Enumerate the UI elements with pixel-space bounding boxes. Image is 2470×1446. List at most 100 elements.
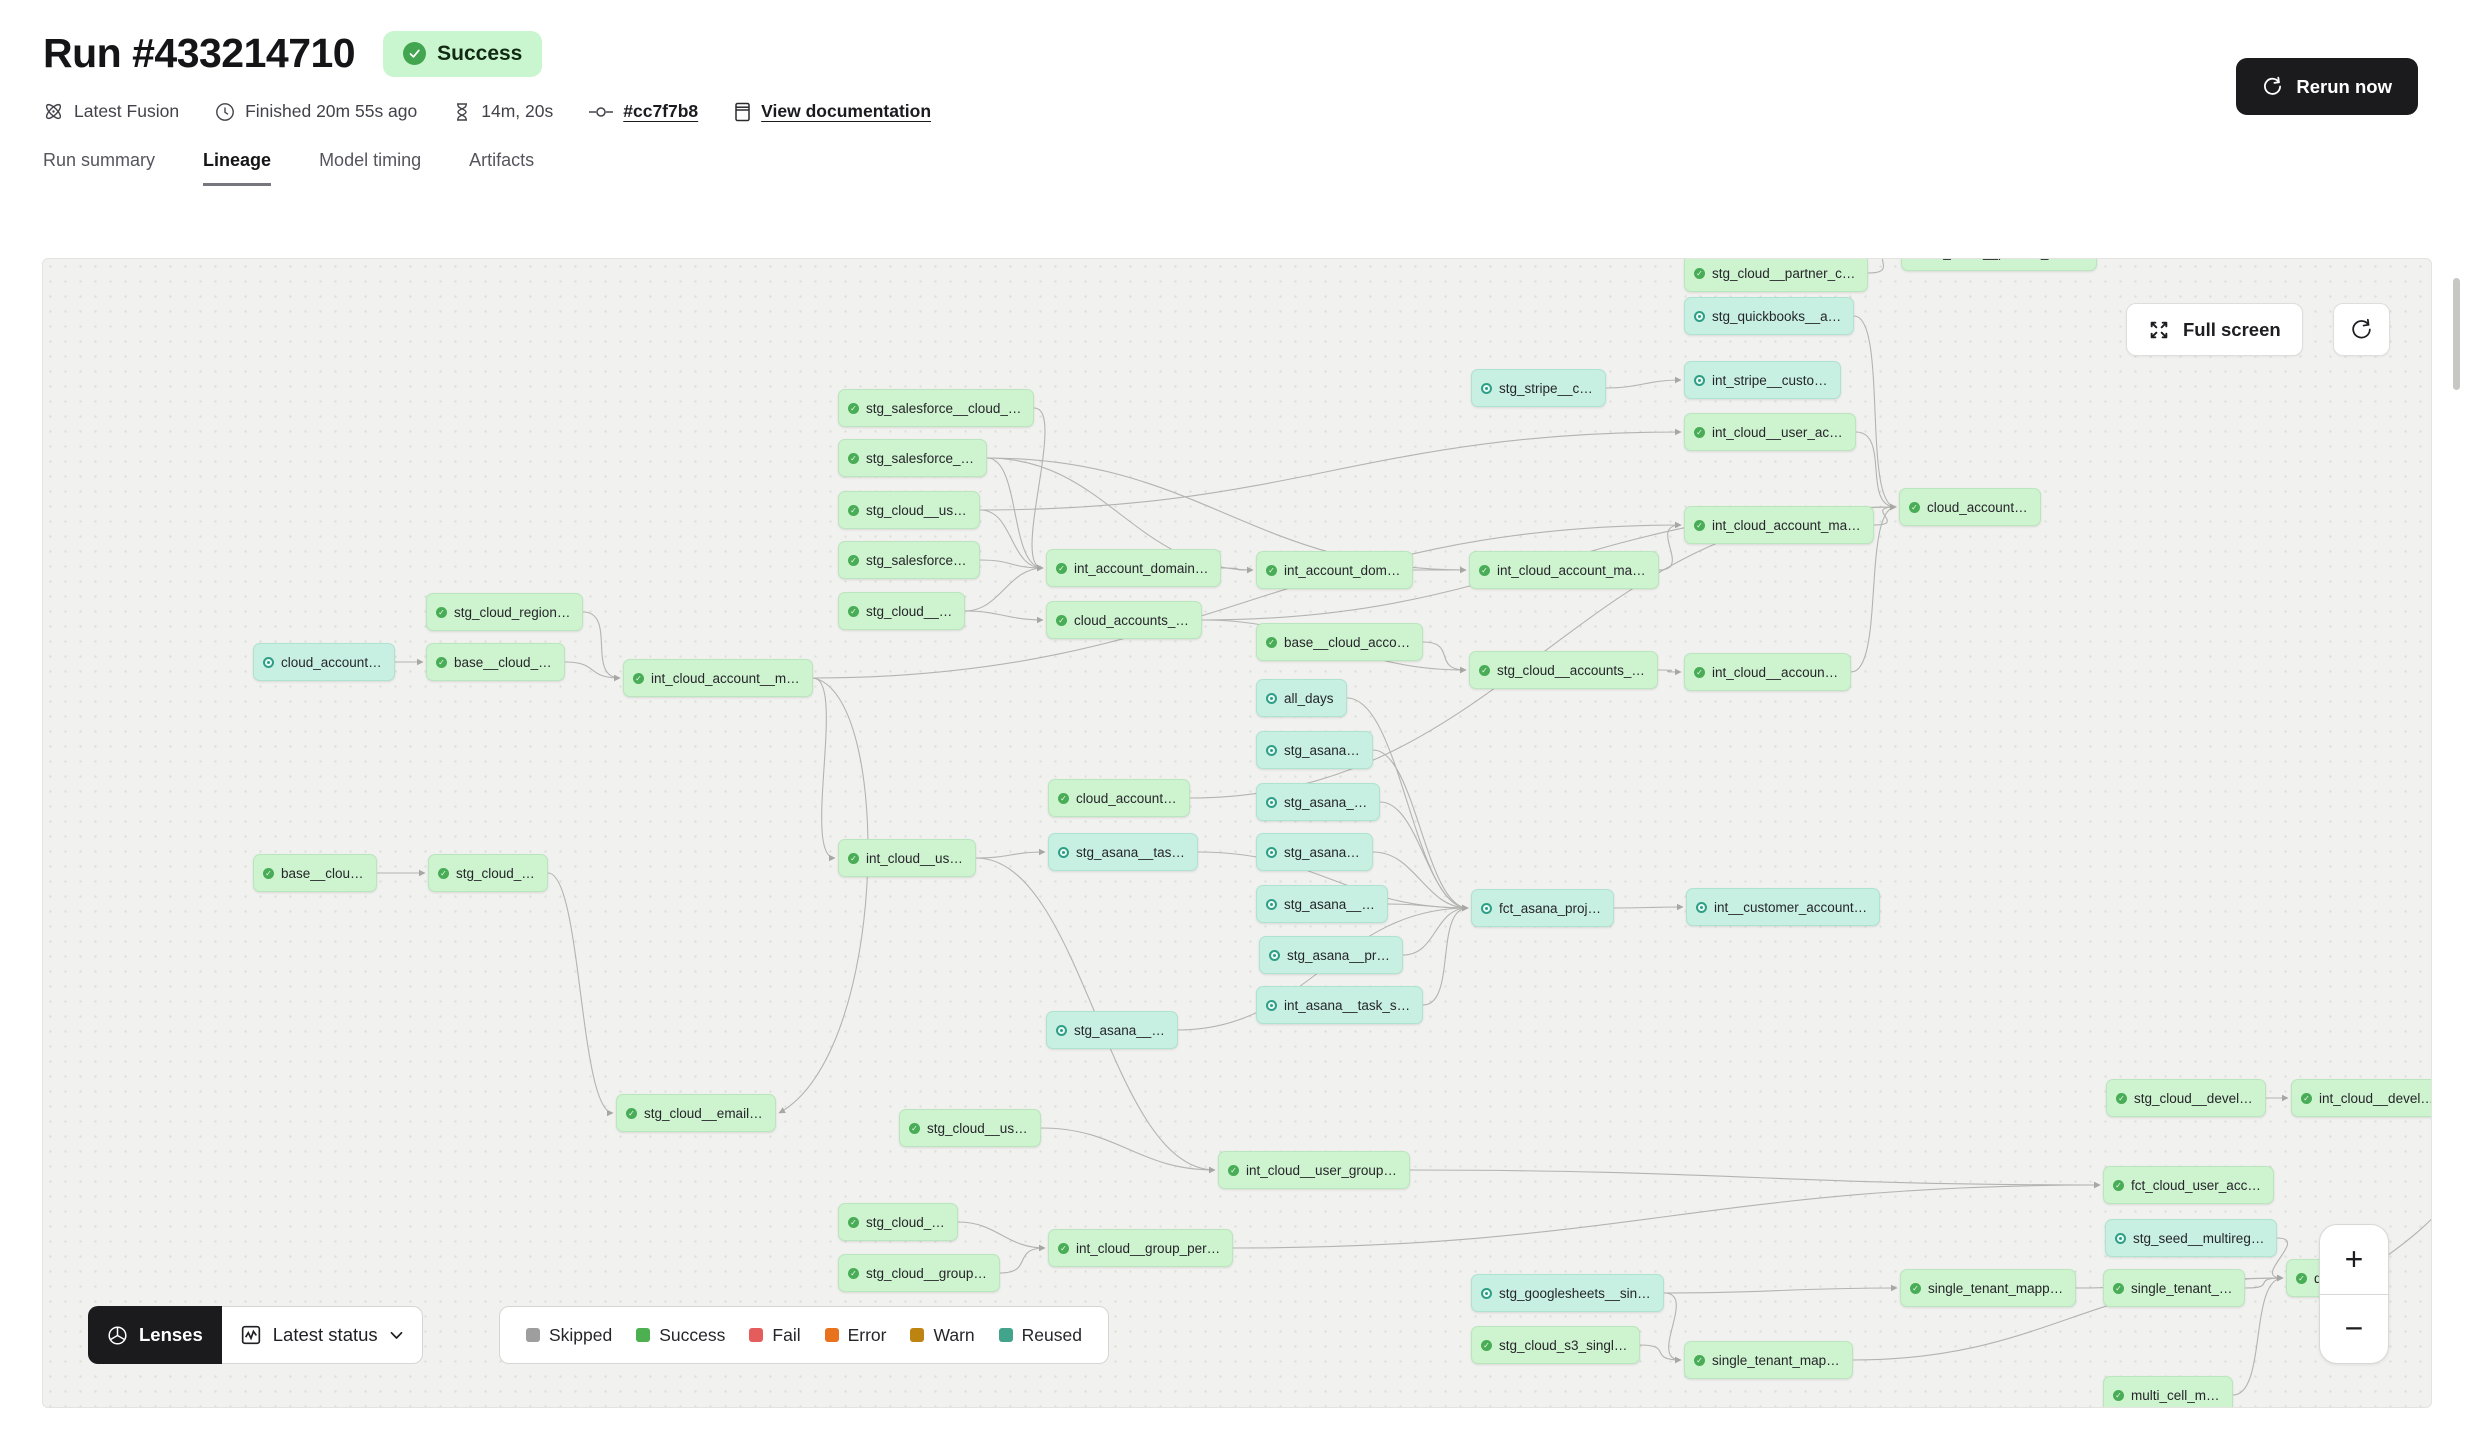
graph-node[interactable]: int_cloud_account__m… xyxy=(623,659,813,697)
zoom-in-button[interactable]: + xyxy=(2320,1225,2388,1295)
activity-chart-icon xyxy=(241,1325,261,1345)
graph-node[interactable]: stg_cloud__us… xyxy=(838,491,980,529)
graph-node[interactable]: stg_asana__… xyxy=(1046,1011,1178,1049)
full-screen-button[interactable]: Full screen xyxy=(2126,303,2303,356)
graph-node[interactable]: cloud_accounts_… xyxy=(1046,601,1202,639)
graph-node[interactable]: int_cloud_account_ma… xyxy=(1469,551,1659,589)
graph-node[interactable]: stg_googlesheets__sin… xyxy=(1471,1274,1664,1312)
tab-run-summary[interactable]: Run summary xyxy=(43,150,155,186)
graph-node[interactable]: stg_asana… xyxy=(1256,731,1373,769)
reused-status-icon xyxy=(1694,375,1705,386)
graph-node[interactable]: base__cloud_… xyxy=(426,643,565,681)
graph-node[interactable]: stg_cloud__… xyxy=(838,592,965,630)
graph-node[interactable]: int__customer_account… xyxy=(1686,888,1880,926)
error-swatch xyxy=(825,1328,839,1342)
graph-node[interactable]: all_days xyxy=(1256,679,1347,717)
graph-node[interactable]: stg_asana… xyxy=(1256,833,1373,871)
node-label: stg_cloud_… xyxy=(456,866,535,881)
graph-node[interactable]: stg_asana__tas… xyxy=(1048,833,1198,871)
graph-node[interactable]: stg_asana__pr… xyxy=(1259,936,1403,974)
graph-node[interactable]: stg_asana_… xyxy=(1256,783,1380,821)
graph-node[interactable]: stg_cloud__email… xyxy=(616,1094,776,1132)
node-label: int_account_domain… xyxy=(1074,561,1208,576)
graph-node[interactable]: single_tenant_map… xyxy=(1684,1341,1853,1379)
graph-node[interactable]: fct_asana_proj… xyxy=(1471,889,1614,927)
graph-node[interactable]: int_account_dom… xyxy=(1256,551,1413,589)
lenses-button[interactable]: Lenses xyxy=(88,1306,222,1364)
reused-status-icon xyxy=(1266,693,1277,704)
commit-link[interactable]: #cc7f7b8 xyxy=(623,101,698,122)
graph-node[interactable]: stg_stripe__c… xyxy=(1471,369,1606,407)
rerun-now-button[interactable]: Rerun now xyxy=(2236,58,2418,115)
zoom-out-button[interactable]: − xyxy=(2320,1295,2388,1364)
graph-node[interactable]: stg_cloud__group… xyxy=(838,1254,1000,1292)
reused-status-icon xyxy=(1481,903,1492,914)
graph-node[interactable]: stg_cloud__us… xyxy=(899,1109,1041,1147)
graph-node[interactable]: stg_cloud_region… xyxy=(426,593,583,631)
graph-node[interactable]: stg_cloud_… xyxy=(838,1203,958,1241)
graph-node[interactable]: stg_cloud_s3_singl… xyxy=(1471,1326,1640,1364)
node-label: stg_cloud__us… xyxy=(866,503,967,518)
graph-node[interactable]: cloud_account… xyxy=(1899,488,2041,526)
tab-lineage[interactable]: Lineage xyxy=(203,150,271,186)
full-screen-label: Full screen xyxy=(2183,319,2281,341)
graph-node[interactable]: stg_seed__multireg… xyxy=(2105,1219,2277,1257)
success-swatch xyxy=(636,1328,650,1342)
graph-node[interactable]: stg_quickbooks__a… xyxy=(1684,297,1854,335)
graph-node[interactable]: stg_cloud__devel… xyxy=(2106,1079,2266,1117)
graph-node[interactable]: fct_cloud_user_acc… xyxy=(2103,1166,2274,1204)
graph-node[interactable]: int_cloud__group_per… xyxy=(1048,1229,1233,1267)
graph-node[interactable]: base__clou… xyxy=(253,854,377,892)
graph-node[interactable]: int_cloud__accoun… xyxy=(1684,653,1851,691)
graph-node[interactable]: cloud_account… xyxy=(1048,779,1190,817)
graph-node[interactable]: stg_salesforce_… xyxy=(838,439,987,477)
node-label: stg_googlesheets__sin… xyxy=(1499,1286,1651,1301)
legend-label: Success xyxy=(659,1325,725,1346)
tab-model-timing[interactable]: Model timing xyxy=(319,150,421,186)
legend-label: Reused xyxy=(1022,1325,1082,1346)
graph-node[interactable]: stg_cloud__partner_c… xyxy=(1684,258,1868,292)
graph-node[interactable]: stg_asana__… xyxy=(1256,885,1388,923)
graph-node[interactable]: int_cloud__us… xyxy=(838,839,976,877)
graph-node[interactable]: int_cloud__devel… xyxy=(2291,1079,2432,1117)
success-status-icon xyxy=(1058,1243,1069,1254)
graph-node[interactable]: int_cloud__user_ac… xyxy=(1684,413,1856,451)
graph-node[interactable]: int_cloud__user_group… xyxy=(1218,1151,1410,1189)
node-label: stg_asana__tas… xyxy=(1076,845,1185,860)
graph-node[interactable]: stg_salesforce… xyxy=(838,541,980,579)
graph-node[interactable]: int_cloud__partner_con… xyxy=(1901,258,2097,271)
node-label: all_days xyxy=(1284,691,1334,706)
graph-node[interactable]: stg_cloud_… xyxy=(428,854,548,892)
view-documentation-link[interactable]: View documentation xyxy=(761,101,931,122)
success-status-icon xyxy=(1058,793,1069,804)
graph-node[interactable]: base__cloud_acco… xyxy=(1256,623,1423,661)
graph-node[interactable]: cloud_account… xyxy=(253,643,395,681)
success-status-icon xyxy=(848,853,859,864)
graph-node[interactable]: single_tenant_mapp… xyxy=(1900,1269,2076,1307)
node-label: stg_seed__multireg… xyxy=(2133,1231,2264,1246)
node-label: stg_asana… xyxy=(1284,845,1360,860)
tab-artifacts[interactable]: Artifacts xyxy=(469,150,534,186)
page-scrollbar-thumb[interactable] xyxy=(2453,278,2460,390)
graph-node[interactable]: int_account_domain… xyxy=(1046,549,1221,587)
graph-node[interactable]: int_asana__task_s… xyxy=(1256,986,1423,1024)
reused-status-icon xyxy=(2115,1233,2126,1244)
success-status-icon xyxy=(1694,520,1705,531)
lens-selector[interactable]: Latest status xyxy=(222,1306,423,1364)
node-label: int_cloud__user_group… xyxy=(1246,1163,1397,1178)
lineage-edge xyxy=(1606,380,1681,388)
graph-node[interactable]: multi_cell_m… xyxy=(2103,1376,2233,1408)
aperture-icon xyxy=(107,1325,128,1346)
success-status-icon xyxy=(848,1217,859,1228)
graph-node[interactable]: int_stripe__custo… xyxy=(1684,361,1841,399)
graph-node[interactable]: stg_cloud__accounts_… xyxy=(1469,651,1658,689)
graph-node[interactable]: single_tenant_… xyxy=(2103,1269,2245,1307)
lineage-edge xyxy=(583,612,620,678)
lineage-edge xyxy=(1640,1345,1681,1360)
graph-node[interactable]: int_cloud_account_ma… xyxy=(1684,506,1874,544)
refresh-canvas-button[interactable] xyxy=(2333,303,2390,356)
lineage-canvas[interactable]: stg_cloud__partner_c… int_cloud__partner_… xyxy=(42,258,2432,1408)
graph-node[interactable]: stg_salesforce__cloud_… xyxy=(838,389,1034,427)
node-label: stg_salesforce_… xyxy=(866,451,974,466)
legend-item-warn: Warn xyxy=(910,1325,974,1346)
